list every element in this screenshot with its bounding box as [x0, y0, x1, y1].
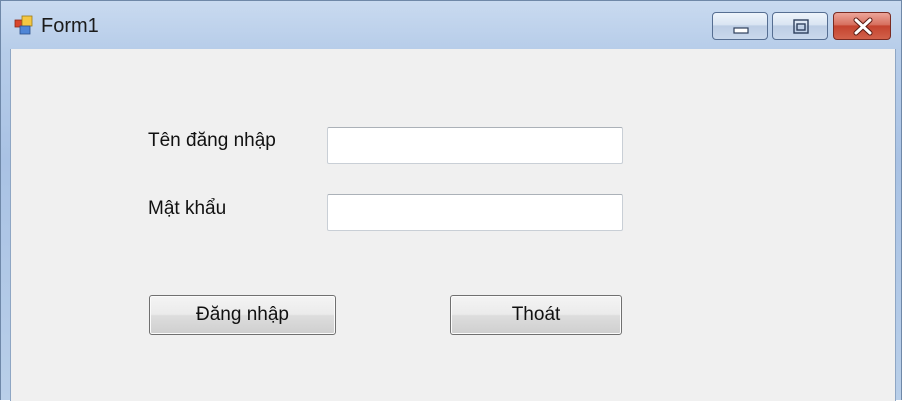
close-icon [853, 17, 873, 36]
title-bar[interactable]: Form1 [1, 1, 901, 49]
username-input[interactable] [327, 127, 623, 164]
minimize-button[interactable] [712, 12, 768, 40]
winforms-app-icon [14, 15, 34, 35]
login-button[interactable]: Đăng nhập [149, 295, 336, 335]
password-input[interactable] [327, 194, 623, 231]
minimize-icon [733, 27, 749, 34]
maximize-icon [793, 19, 809, 34]
exit-button[interactable]: Thoát [450, 295, 622, 335]
window-title: Form1 [41, 15, 99, 37]
app-window: Form1 Tên đăng nhập Mật khẩu Đăng nhập T… [0, 0, 902, 401]
maximize-button[interactable] [772, 12, 828, 40]
close-button[interactable] [833, 12, 891, 40]
form-client-area: Tên đăng nhập Mật khẩu Đăng nhập Thoát [10, 49, 896, 401]
password-label: Mật khẩu [148, 198, 227, 219]
username-label: Tên đăng nhập [148, 130, 276, 151]
